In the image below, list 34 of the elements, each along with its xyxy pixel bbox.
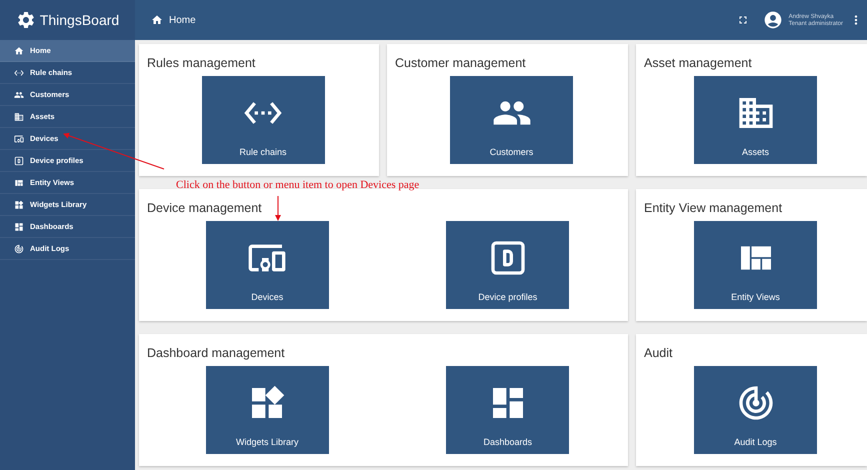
tile-button[interactable]: Devices <box>206 221 329 309</box>
avatar-icon[interactable] <box>762 10 783 30</box>
tile-button[interactable]: Device profiles <box>446 221 570 309</box>
section-title: Dashboard management <box>147 346 285 360</box>
devices-icon <box>14 134 24 144</box>
radar-icon <box>14 244 24 254</box>
annotation-arrow <box>275 196 281 221</box>
tile-button[interactable]: Entity Views <box>694 221 817 309</box>
letter-d-icon <box>14 156 24 166</box>
section-title: Asset management <box>644 56 752 70</box>
section-title: Entity View management <box>644 201 782 215</box>
section-title: Audit <box>644 346 672 360</box>
tile-button[interactable]: Rule chains <box>202 76 324 164</box>
gear-icon <box>16 10 36 30</box>
home-icon <box>14 46 24 56</box>
home-icon <box>151 14 163 26</box>
section-title: Customer management <box>395 56 526 70</box>
tile-button[interactable]: Audit Logs <box>694 366 817 454</box>
section-title: Device management <box>147 201 262 215</box>
tile-button[interactable]: Widgets Library <box>206 366 329 454</box>
tile-button[interactable]: Assets <box>694 76 817 164</box>
dashboard-icon <box>14 222 24 232</box>
code-icon <box>14 68 24 78</box>
building-icon <box>14 112 24 122</box>
tile-button[interactable]: Customers <box>450 76 573 164</box>
layout-icon <box>14 178 24 188</box>
widgets-icon <box>14 200 24 210</box>
people-icon <box>14 90 24 100</box>
fullscreen-icon[interactable] <box>736 14 749 26</box>
annotation-text: Click on the button or menu item to open Devices page <box>176 179 420 191</box>
app-logo-text: ThingsBoard <box>40 12 120 28</box>
section-title: Rules management <box>147 56 256 70</box>
breadcrumb[interactable]: Home <box>169 14 196 26</box>
tile-button[interactable]: Dashboards <box>446 366 570 454</box>
